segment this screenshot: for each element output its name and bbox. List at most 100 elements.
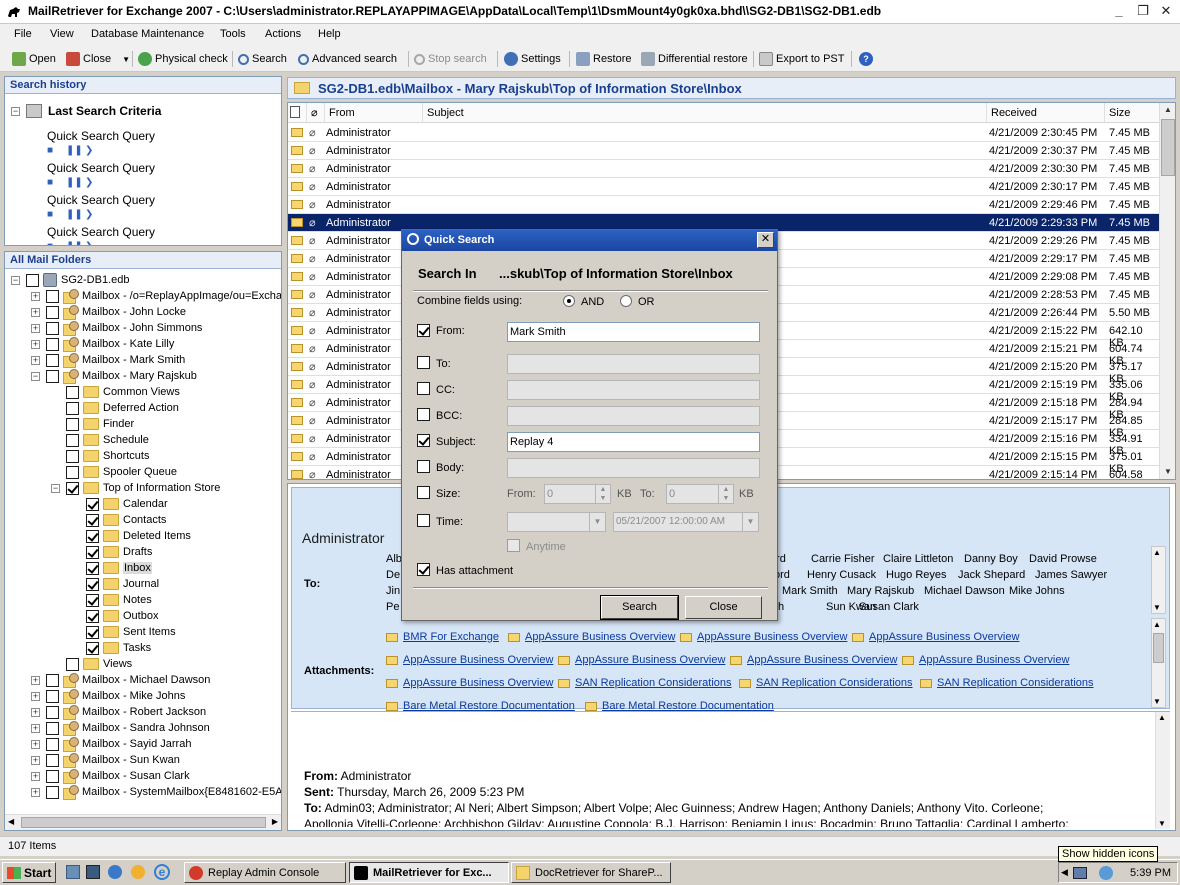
search-button[interactable]: Search xyxy=(238,50,287,68)
tree-folder[interactable]: Journal xyxy=(71,576,159,592)
folder-checkbox[interactable] xyxy=(86,561,99,575)
tree-folder[interactable]: Tasks xyxy=(71,640,151,656)
folder-checkbox[interactable] xyxy=(86,529,99,543)
folder-checkbox[interactable] xyxy=(86,513,99,527)
scroll-down-icon[interactable]: ▼ xyxy=(1153,603,1161,612)
tree-folder[interactable]: Shortcuts xyxy=(51,448,149,464)
attachment-link[interactable]: AppAssure Business Overview xyxy=(386,677,553,689)
attachment-link[interactable]: SAN Replication Considerations xyxy=(558,677,732,689)
folder-checkbox[interactable] xyxy=(66,481,79,495)
export-pst-button[interactable]: Export to PST xyxy=(759,50,844,68)
attachment-link[interactable]: BMR For Exchange xyxy=(386,631,499,643)
show-hidden-icons-chevron-icon[interactable]: ◀ xyxy=(1061,867,1068,878)
history-query[interactable]: Quick Search Query xyxy=(47,129,155,143)
history-query[interactable]: Quick Search Query xyxy=(47,225,155,239)
tree-folder[interactable]: Deferred Action xyxy=(51,400,179,416)
search-submit-button[interactable]: Search xyxy=(600,595,679,620)
tree-folder[interactable]: Calendar xyxy=(71,496,168,512)
tree-folder[interactable]: Contacts xyxy=(71,512,166,528)
expand-icon[interactable]: + xyxy=(31,739,40,749)
folder-checkbox[interactable] xyxy=(86,577,99,591)
bcc-checkbox[interactable] xyxy=(417,408,430,421)
body-scrollbar[interactable]: ▲ ▼ xyxy=(1155,712,1170,829)
chevron-down-icon[interactable]: ▼ xyxy=(742,513,758,531)
expand-icon[interactable]: + xyxy=(31,675,40,685)
expand-icon[interactable]: + xyxy=(31,691,40,701)
column-subject[interactable]: Subject xyxy=(423,103,987,123)
scroll-up-icon[interactable]: ▲ xyxy=(1153,620,1161,629)
folder-checkbox[interactable] xyxy=(46,721,59,735)
expand-icon[interactable]: + xyxy=(31,723,40,733)
stop-icon[interactable]: ■ xyxy=(47,145,53,156)
tree-top-of-information-store[interactable]: − Top of Information Store xyxy=(51,480,220,496)
folder-checkbox[interactable] xyxy=(46,737,59,751)
scroll-down-icon[interactable]: ▼ xyxy=(1161,465,1175,479)
menu-view[interactable]: View xyxy=(50,28,74,40)
folder-checkbox[interactable] xyxy=(46,673,59,687)
folder-checkbox[interactable] xyxy=(86,609,99,623)
scroll-up-icon[interactable]: ▲ xyxy=(1161,103,1175,117)
maximize-button[interactable]: ❐ xyxy=(1132,3,1154,20)
play-icon[interactable]: ❯ xyxy=(85,177,93,188)
tree-mailbox[interactable]: + Mailbox - Robert Jackson xyxy=(31,704,206,720)
attachments-scrollbar[interactable]: ▲ ▼ xyxy=(1151,618,1166,708)
folder-checkbox[interactable] xyxy=(86,497,99,511)
from-field[interactable]: Mark Smith xyxy=(507,322,760,342)
time-mode-select[interactable]: ▼ xyxy=(507,512,606,532)
folder-checkbox[interactable] xyxy=(46,705,59,719)
tree-mailbox[interactable]: + Mailbox - Michael Dawson xyxy=(31,672,210,688)
folder-checkbox[interactable] xyxy=(66,433,79,447)
column-type[interactable] xyxy=(288,103,307,123)
folder-checkbox[interactable] xyxy=(86,625,99,639)
vscroll-thumb[interactable] xyxy=(1153,633,1164,663)
dialog-close-button[interactable]: ✕ xyxy=(757,232,774,248)
tree-mailbox[interactable]: + Mailbox - Sayid Jarrah xyxy=(31,736,191,752)
folder-checkbox[interactable] xyxy=(46,353,59,367)
collapse-icon[interactable]: − xyxy=(51,483,60,493)
tree-mailbox[interactable]: + Mailbox - /o=ReplayAppImage/ou=Excha xyxy=(31,288,281,304)
internet-explorer-icon[interactable]: e xyxy=(154,864,170,880)
subject-checkbox[interactable] xyxy=(417,434,430,447)
folder-checkbox[interactable] xyxy=(46,753,59,767)
attachment-link[interactable]: AppAssure Business Overview xyxy=(902,654,1069,666)
time-date-picker[interactable]: 05/21/2007 12:00:00 AM ▼ xyxy=(613,512,759,532)
expand-icon[interactable]: + xyxy=(31,307,40,317)
column-size[interactable]: Size xyxy=(1105,103,1160,123)
collapse-icon[interactable]: − xyxy=(31,371,40,381)
tree-folder[interactable]: Sent Items xyxy=(71,624,176,640)
tree-folder[interactable]: Views xyxy=(51,656,132,672)
scroll-left-icon[interactable]: ◀ xyxy=(8,817,14,826)
tree-folder[interactable]: Spooler Queue xyxy=(51,464,177,480)
tree-mailbox[interactable]: + Mailbox - John Simmons xyxy=(31,320,202,336)
network-status-icon[interactable] xyxy=(1099,866,1113,880)
physical-check-button[interactable]: Physical check xyxy=(138,50,228,68)
tree-database[interactable]: − SG2-DB1.edb xyxy=(11,272,129,288)
bcc-field[interactable] xyxy=(507,406,760,426)
folder-checkbox[interactable] xyxy=(46,337,59,351)
subject-field[interactable]: Replay 4 xyxy=(507,432,760,452)
stop-icon[interactable]: ■ xyxy=(47,209,53,220)
menu-tools[interactable]: Tools xyxy=(220,28,246,40)
dialog-close-text-button[interactable]: Close xyxy=(685,596,762,619)
folder-checkbox[interactable] xyxy=(66,385,79,399)
size-from-spinner[interactable]: ▲ ▼ xyxy=(595,484,611,504)
minimize-button[interactable]: _ xyxy=(1108,3,1130,20)
column-received[interactable]: Received xyxy=(987,103,1105,123)
stop-search-button[interactable]: Stop search xyxy=(414,50,487,68)
anytime-checkbox[interactable] xyxy=(507,539,520,552)
restore-button[interactable]: Restore xyxy=(576,50,632,68)
attachment-link[interactable]: AppAssure Business Overview xyxy=(680,631,847,643)
hscroll-thumb[interactable] xyxy=(21,817,266,828)
task-docretriever[interactable]: DocRetriever for ShareP... xyxy=(511,862,671,883)
pause-icon[interactable]: ❚❚ xyxy=(66,241,83,245)
folder-checkbox[interactable] xyxy=(46,769,59,783)
history-query[interactable]: Quick Search Query xyxy=(47,161,155,175)
recipients-scrollbar[interactable]: ▲ ▼ xyxy=(1151,546,1166,614)
settings-button[interactable]: Settings xyxy=(504,50,561,68)
chevron-down-icon[interactable]: ▼ xyxy=(122,55,130,64)
tree-mailbox[interactable]: + Mailbox - Susan Clark xyxy=(31,768,190,784)
collapse-icon[interactable]: − xyxy=(11,106,20,116)
cc-field[interactable] xyxy=(507,380,760,400)
from-checkbox[interactable] xyxy=(417,324,430,337)
tree-mailbox[interactable]: + Mailbox - SystemMailbox{E8481602-E5A4 xyxy=(31,784,281,800)
